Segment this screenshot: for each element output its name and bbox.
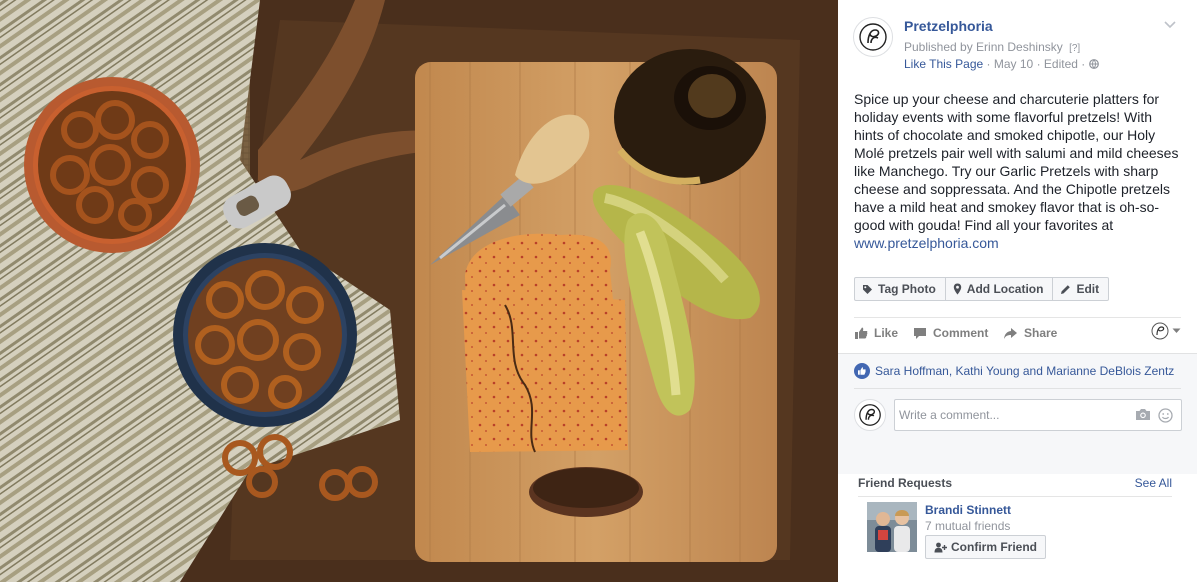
edited-label[interactable]: Edited bbox=[1044, 57, 1078, 71]
comment-composer bbox=[854, 398, 1182, 432]
page-avatar[interactable] bbox=[853, 17, 893, 57]
like-reaction-icon bbox=[854, 363, 870, 379]
friend-requests-title: Friend Requests bbox=[858, 476, 953, 490]
comment-button[interactable]: Comment bbox=[913, 322, 988, 344]
add-friend-icon bbox=[934, 542, 947, 552]
like-button[interactable]: Like bbox=[854, 322, 898, 344]
post-text-line: cheese and soppressata. And the Chipotle… bbox=[854, 181, 1170, 197]
post-text-line: have a mild heat and smokey flavor that … bbox=[854, 199, 1160, 215]
post-text-line: hints of chocolate and smoked chipotle, … bbox=[854, 127, 1156, 143]
edit-label: Edit bbox=[1076, 282, 1100, 296]
tag-photo-button[interactable]: Tag Photo bbox=[854, 277, 946, 301]
comment-input[interactable] bbox=[899, 400, 1129, 430]
page-avatar-small-icon bbox=[1151, 322, 1169, 340]
post-date[interactable]: May 10 bbox=[994, 57, 1033, 71]
post-text: Spice up your cheese and charcuterie pla… bbox=[854, 90, 1189, 252]
confirm-friend-button[interactable]: Confirm Friend bbox=[925, 535, 1046, 559]
help-marker[interactable]: [?] bbox=[1069, 43, 1080, 54]
divider bbox=[854, 317, 1181, 318]
location-pin-icon bbox=[953, 283, 961, 295]
photo-tag-bar: Tag Photo Add Location Edit bbox=[854, 277, 1110, 301]
emoji-smiley-icon[interactable] bbox=[1158, 408, 1173, 423]
pretzelphoria-logo-icon bbox=[859, 404, 881, 426]
share-arrow-icon bbox=[1004, 327, 1017, 339]
friend-requests-panel: Friend Requests See All Brandi Stinnett … bbox=[838, 474, 1197, 582]
website-link[interactable]: www.pretzelphoria.com bbox=[854, 234, 1189, 252]
divider bbox=[854, 388, 1181, 389]
likes-summary[interactable]: Sara Hoffman, Kathi Young and Marianne D… bbox=[854, 363, 1174, 379]
comment-box[interactable] bbox=[894, 399, 1182, 431]
post-meta: Like This Page · May 10 · Edited · bbox=[904, 57, 1099, 71]
tag-photo-label: Tag Photo bbox=[878, 282, 936, 296]
friend-request-name[interactable]: Brandi Stinnett bbox=[925, 503, 1011, 517]
mutual-friends-count[interactable]: 7 mutual friends bbox=[925, 519, 1010, 533]
pencil-icon bbox=[1061, 284, 1071, 294]
see-all-link[interactable]: See All bbox=[1135, 476, 1172, 490]
friend-request-avatar[interactable] bbox=[867, 502, 917, 552]
post-panel: Pretzelphoria Published by Erinn Deshins… bbox=[838, 0, 1197, 582]
post-text-line: holiday events with some flavorful pretz… bbox=[854, 109, 1153, 125]
profile-photo bbox=[867, 502, 917, 552]
commenter-avatar[interactable] bbox=[854, 399, 886, 431]
post-text-line: Spice up your cheese and charcuterie pla… bbox=[854, 91, 1160, 107]
globe-icon[interactable] bbox=[1088, 59, 1099, 69]
edit-button[interactable]: Edit bbox=[1053, 277, 1110, 301]
post-text-line: Molé pretzels pair well with salumi and … bbox=[854, 145, 1179, 161]
post-actions: Like Comment Share bbox=[854, 322, 1181, 344]
chevron-down-icon[interactable] bbox=[1164, 21, 1176, 29]
caret-down-icon bbox=[1172, 328, 1181, 333]
add-location-label: Add Location bbox=[966, 282, 1044, 296]
likers-names: Sara Hoffman, Kathi Young and Marianne D… bbox=[875, 364, 1175, 378]
thumbs-up-icon bbox=[855, 327, 868, 339]
post-photo[interactable] bbox=[0, 0, 838, 582]
pretzelphoria-logo-icon bbox=[859, 23, 887, 51]
page-name[interactable]: Pretzelphoria bbox=[904, 18, 993, 34]
add-location-button[interactable]: Add Location bbox=[945, 277, 1054, 301]
published-by: Published by Erinn Deshinsky [?] bbox=[904, 40, 1080, 54]
tag-icon bbox=[863, 284, 872, 294]
post-text-line: like Manchego. Try our Garlic Pretzels w… bbox=[854, 163, 1159, 179]
post-header: Pretzelphoria Published by Erinn Deshins… bbox=[853, 15, 1188, 71]
share-button[interactable]: Share bbox=[1003, 322, 1057, 344]
confirm-friend-label: Confirm Friend bbox=[951, 540, 1037, 554]
published-by-text: Published by Erinn Deshinsky bbox=[904, 40, 1063, 54]
like-page-link[interactable]: Like This Page bbox=[904, 57, 983, 71]
post-text-line: good with gouda! Find all your favorites… bbox=[854, 217, 1114, 233]
food-photo bbox=[0, 0, 838, 582]
camera-icon[interactable] bbox=[1135, 408, 1151, 421]
share-label: Share bbox=[1024, 326, 1058, 340]
divider bbox=[858, 496, 1172, 497]
like-label: Like bbox=[874, 326, 899, 340]
comment-bubble-icon bbox=[914, 327, 926, 339]
post-as-selector[interactable] bbox=[1151, 322, 1181, 340]
comment-label: Comment bbox=[933, 326, 989, 340]
